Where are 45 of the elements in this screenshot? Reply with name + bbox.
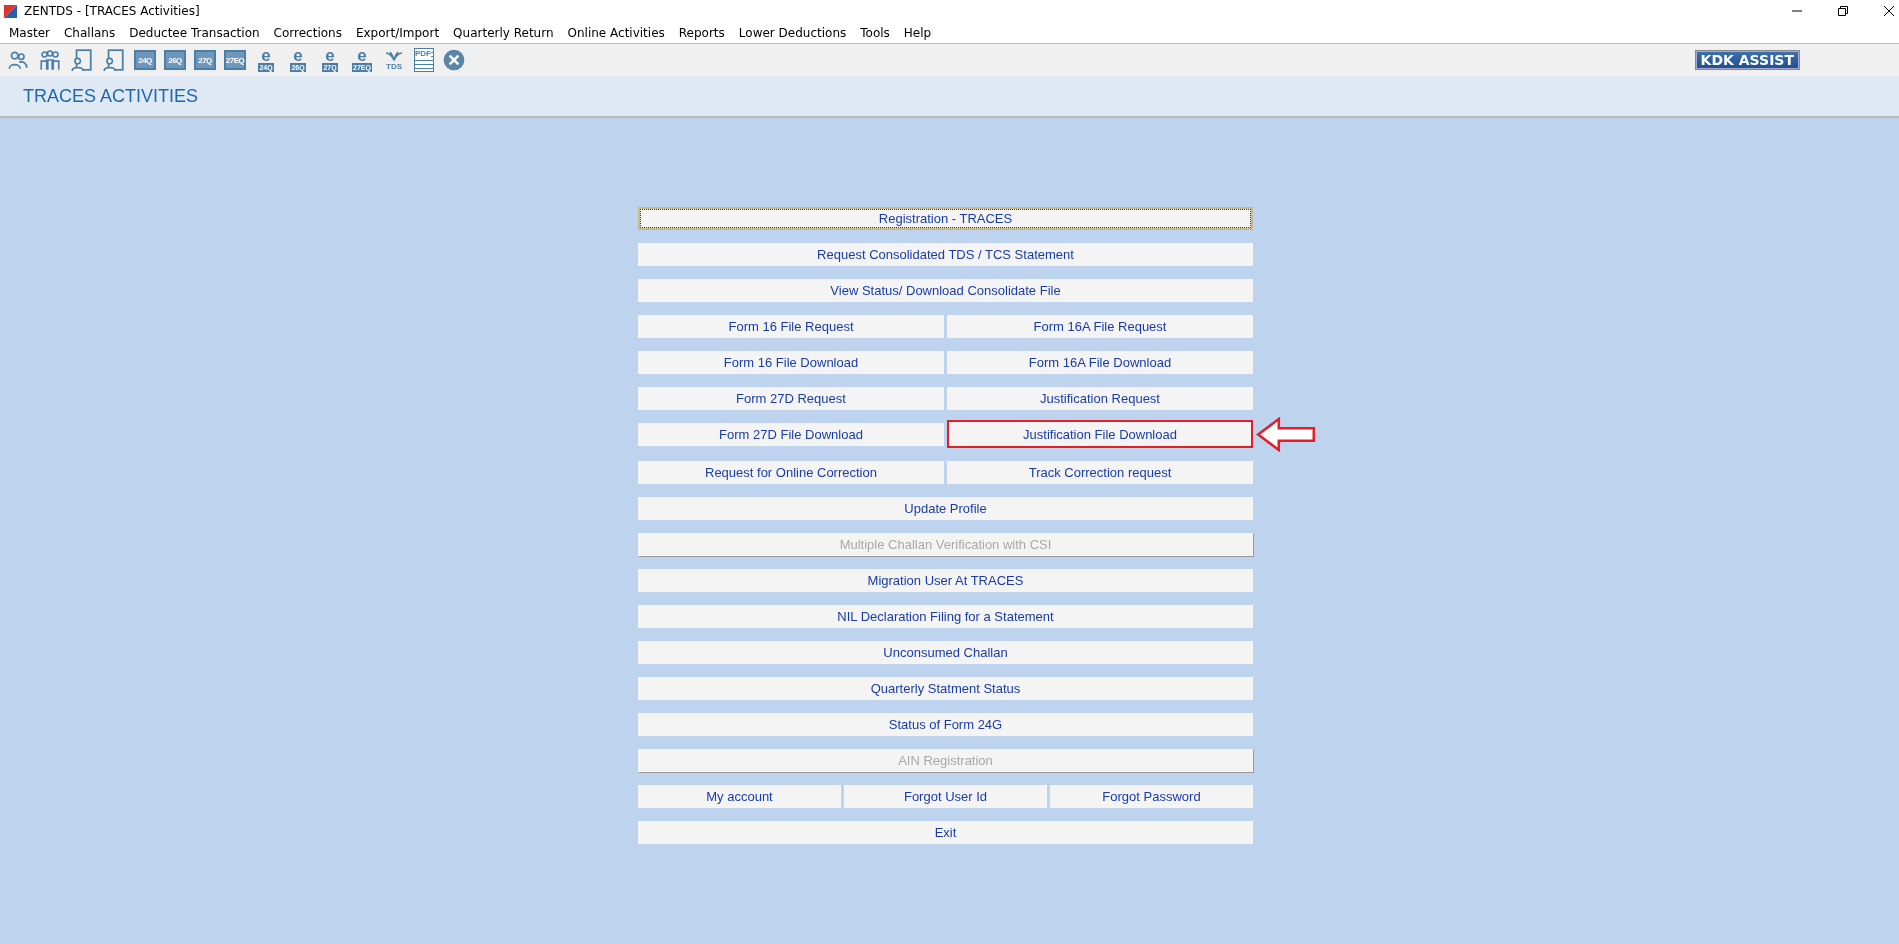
menu-item[interactable]: Lower Deductions xyxy=(731,25,854,40)
menu-item[interactable]: Master xyxy=(2,25,57,40)
action-button[interactable]: My account xyxy=(638,785,841,808)
menu-item[interactable]: Export/Import xyxy=(348,25,447,40)
action-button[interactable]: Request for Online Correction xyxy=(638,461,944,484)
menu-item[interactable]: Challans xyxy=(57,25,123,40)
action-button[interactable]: Justification File Download xyxy=(947,420,1253,448)
action-button[interactable]: Unconsumed Challan xyxy=(638,641,1253,664)
pointer-arrow-icon xyxy=(1256,417,1316,452)
app-logo-icon xyxy=(3,3,18,19)
menu-item[interactable]: Reports xyxy=(671,25,732,40)
pdf-icon[interactable]: PDF xyxy=(414,48,434,72)
action-button[interactable]: Form 16A File Download xyxy=(947,351,1253,374)
action-button[interactable]: Request Consolidated TDS / TCS Statement xyxy=(638,243,1253,266)
action-button[interactable]: Status of Form 24G xyxy=(638,713,1253,736)
action-button[interactable]: Track Correction request xyxy=(947,461,1253,484)
document-person-icon[interactable] xyxy=(102,48,126,72)
action-button[interactable]: Justification Request xyxy=(947,387,1253,410)
action-button[interactable]: Migration User At TRACES xyxy=(638,569,1253,592)
menu-item[interactable]: Tools xyxy=(853,25,897,40)
action-button[interactable]: Forgot Password xyxy=(1050,785,1253,808)
page-title: TRACES ACTIVITIES xyxy=(23,85,199,107)
menu-item[interactable]: Corrections xyxy=(266,25,349,40)
action-button[interactable]: Quarterly Statment Status xyxy=(638,677,1253,700)
action-button[interactable]: Update Profile xyxy=(638,497,1253,520)
document-person-icon[interactable] xyxy=(70,48,94,72)
action-button[interactable]: Form 16 File Download xyxy=(638,351,944,374)
assist-button[interactable]: KDK ASSIST xyxy=(1694,50,1800,70)
menu-item[interactable]: Help xyxy=(896,25,939,40)
action-button[interactable]: Exit xyxy=(638,821,1253,844)
action-button[interactable]: Form 16A File Request xyxy=(947,315,1253,338)
close-icon[interactable] xyxy=(1883,5,1895,17)
action-button[interactable]: View Status/ Download Consolidate File xyxy=(638,279,1253,302)
menu-item[interactable]: Online Activities xyxy=(560,25,672,40)
action-button[interactable]: Form 27D File Download xyxy=(638,423,944,446)
menu-item[interactable]: Quarterly Return xyxy=(446,25,561,40)
action-button[interactable]: Form 27D Request xyxy=(638,387,944,410)
action-button[interactable]: NIL Declaration Filing for a Statement xyxy=(638,605,1253,628)
action-button[interactable]: Form 16 File Request xyxy=(638,315,944,338)
action-button[interactable]: Forgot User Id xyxy=(844,785,1047,808)
window-title: ZENTDS - [TRACES Activities] xyxy=(24,4,200,18)
restore-icon[interactable] xyxy=(1837,5,1849,17)
group-icon[interactable] xyxy=(38,48,62,72)
menu-item[interactable]: Deductee Transaction xyxy=(122,25,267,40)
action-button[interactable]: Registration - TRACES xyxy=(638,207,1253,230)
